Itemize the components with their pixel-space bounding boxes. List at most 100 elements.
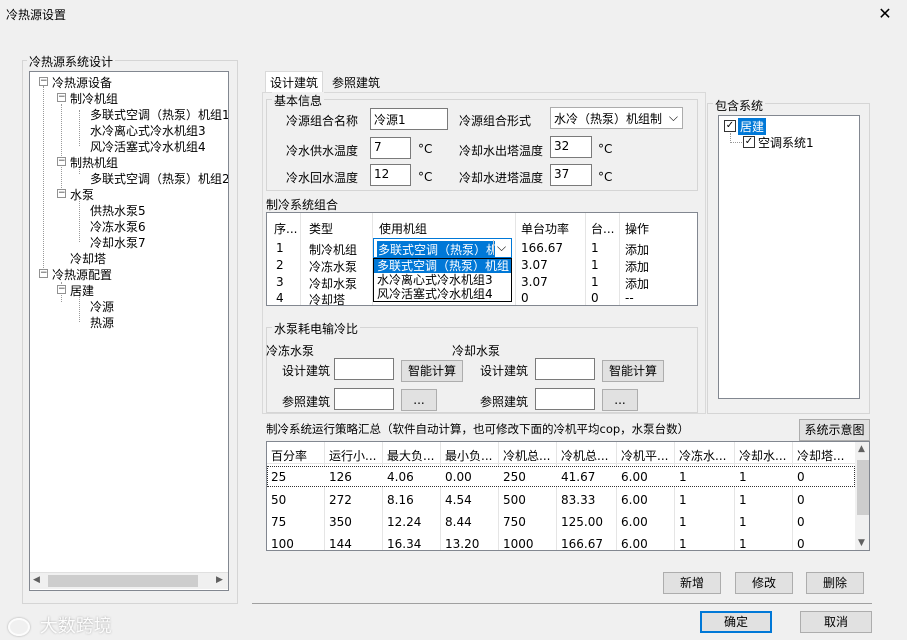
tree-building[interactable]: 居建 xyxy=(70,282,94,299)
table-cell[interactable]: 0 xyxy=(793,515,805,529)
table-cell[interactable]: 0 xyxy=(793,537,805,550)
delete-button[interactable]: 删除 xyxy=(806,572,864,594)
table-cell[interactable]: 272 xyxy=(325,493,352,507)
table-cell[interactable]: 13.20 xyxy=(441,537,479,550)
table-cell[interactable]: 4.54 xyxy=(441,493,472,507)
table-cell[interactable]: 6.00 xyxy=(617,493,648,507)
table-cell[interactable]: 144 xyxy=(325,537,352,550)
dropdown-option[interactable]: 多联式空调（热泵）机组 xyxy=(374,259,511,273)
tree-pump-group[interactable]: 水泵 xyxy=(70,186,94,203)
unit-dropdown-list[interactable]: 多联式空调（热泵）机组 水冷离心式冷水机组3 风冷活塞式冷水机组4 xyxy=(373,258,512,302)
checkbox-checked-icon[interactable]: ✓ xyxy=(743,136,755,148)
tree-tower[interactable]: 冷却塔 xyxy=(70,250,106,267)
table-cell[interactable]: 500 xyxy=(499,493,526,507)
table-cell[interactable]: 1 xyxy=(675,537,687,550)
table-cell[interactable]: 0 xyxy=(793,470,805,484)
tab-reference-building[interactable]: 参照建筑 xyxy=(328,72,384,92)
add-link[interactable]: 添加 xyxy=(621,275,649,292)
source-form-select[interactable]: 水冷（热泵）机组制 ⌵ xyxy=(550,107,683,129)
tree-cooling-item[interactable]: 水冷离心式冷水机组3 xyxy=(90,122,206,139)
tree-root[interactable]: 冷热源设备 xyxy=(52,74,112,91)
table-cell[interactable]: 126 xyxy=(325,470,352,484)
table-cell[interactable]: 6.00 xyxy=(617,470,648,484)
tree-cooling-item[interactable]: 风冷活塞式冷水机组4 xyxy=(90,138,206,155)
dropdown-option[interactable]: 风冷活塞式冷水机组4 xyxy=(374,287,511,301)
cooling-browse-button[interactable]: ... xyxy=(602,389,638,411)
include-system-tree[interactable]: ✓ 居建 ✓ 空调系统1 xyxy=(718,115,860,399)
unit-combo-box[interactable]: 多联式空调（热泵）机 ⌵ xyxy=(373,238,512,258)
table-cell[interactable]: 83.33 xyxy=(557,493,595,507)
tree-building-item[interactable]: 热源 xyxy=(90,314,114,331)
table-cell[interactable]: 50 xyxy=(267,493,286,507)
table-cell[interactable]: 25 xyxy=(267,470,286,484)
tree-config-root[interactable]: 冷热源配置 xyxy=(52,266,112,283)
table-cell[interactable]: 4.06 xyxy=(383,470,414,484)
expander-minus-icon[interactable]: − xyxy=(57,189,66,198)
table-cell[interactable]: 12.24 xyxy=(383,515,421,529)
tree-horizontal-scrollbar[interactable]: ◀ ▶ xyxy=(30,572,228,589)
table-cell[interactable]: 75 xyxy=(267,515,286,529)
source-name-input[interactable]: 冷源1 xyxy=(370,108,448,130)
chilled-supply-input[interactable]: 7 xyxy=(370,137,411,159)
table-cell[interactable]: 0 xyxy=(793,493,805,507)
table-cell[interactable]: 8.16 xyxy=(383,493,414,507)
table-cell[interactable]: 1 xyxy=(675,493,687,507)
chilled-reference-input[interactable] xyxy=(334,388,394,410)
expander-minus-icon[interactable]: − xyxy=(39,77,48,86)
scroll-right-icon[interactable]: ▶ xyxy=(216,575,223,585)
close-icon[interactable]: ✕ xyxy=(873,2,897,26)
add-link[interactable]: 添加 xyxy=(621,241,649,258)
tree-cooling-item[interactable]: 多联式空调（热泵）机组1 xyxy=(90,106,228,123)
table-cell[interactable]: 1 xyxy=(735,470,747,484)
checkbox-checked-icon[interactable]: ✓ xyxy=(724,120,736,132)
tree-pump-item[interactable]: 冷冻水泵6 xyxy=(90,218,146,235)
table-cell[interactable]: 16.34 xyxy=(383,537,421,550)
tree-pump-item[interactable]: 冷却水泵7 xyxy=(90,234,146,251)
scroll-thumb[interactable] xyxy=(857,460,869,515)
expander-minus-icon[interactable]: − xyxy=(57,93,66,102)
table-cell[interactable]: 750 xyxy=(499,515,526,529)
scroll-down-icon[interactable]: ▼ xyxy=(858,538,865,548)
table-cell[interactable]: 1 xyxy=(675,470,687,484)
tree-cooling-group[interactable]: 制冷机组 xyxy=(70,90,118,107)
cancel-button[interactable]: 取消 xyxy=(800,611,872,633)
table-cell[interactable]: 125.00 xyxy=(557,515,603,529)
modify-button[interactable]: 修改 xyxy=(735,572,793,594)
tree-heating-item[interactable]: 多联式空调（热泵）机组2 xyxy=(90,170,228,187)
expander-minus-icon[interactable]: − xyxy=(57,285,66,294)
cooling-in-input[interactable]: 37 xyxy=(550,164,592,186)
table-cell[interactable]: 6.00 xyxy=(617,537,648,550)
table-cell[interactable]: 1 xyxy=(675,515,687,529)
include-system-item[interactable]: 空调系统1 xyxy=(758,134,814,151)
table-cell[interactable]: 1 xyxy=(735,515,747,529)
dropdown-option[interactable]: 水冷离心式冷水机组3 xyxy=(374,273,511,287)
cooling-out-input[interactable]: 32 xyxy=(550,136,592,158)
ok-button[interactable]: 确定 xyxy=(700,611,772,633)
scroll-up-icon[interactable]: ▲ xyxy=(858,444,865,454)
scroll-left-icon[interactable]: ◀ xyxy=(33,575,40,585)
strategy-grid[interactable]: 百分率 运行小... 最大负... 最小负... 冷机总... 冷机总... 冷… xyxy=(266,441,870,551)
tree-heating-group[interactable]: 制热机组 xyxy=(70,154,118,171)
equipment-tree[interactable]: − 冷热源设备 − 制冷机组 多联式空调（热泵）机组1 水冷离心式冷水机组3 风… xyxy=(29,71,229,591)
chilled-smart-calc-button[interactable]: 智能计算 xyxy=(401,360,463,382)
cooling-reference-input[interactable] xyxy=(535,388,595,410)
table-cell[interactable]: 0.00 xyxy=(441,470,472,484)
table-cell[interactable]: 1 xyxy=(735,537,747,550)
chilled-design-input[interactable] xyxy=(334,358,394,380)
table-cell[interactable]: 8.44 xyxy=(441,515,472,529)
tree-building-item[interactable]: 冷源 xyxy=(90,298,114,315)
table-cell[interactable]: 250 xyxy=(499,470,526,484)
table-cell[interactable]: 166.67 xyxy=(557,537,603,550)
chilled-browse-button[interactable]: ... xyxy=(401,389,437,411)
tab-design-building[interactable]: 设计建筑 xyxy=(265,71,324,93)
table-cell[interactable]: 1 xyxy=(735,493,747,507)
table-cell[interactable]: 1000 xyxy=(499,537,534,550)
chevron-down-icon[interactable]: ⌵ xyxy=(493,240,509,255)
system-diagram-button[interactable]: 系统示意图 xyxy=(799,419,870,441)
table-cell[interactable]: 350 xyxy=(325,515,352,529)
tree-pump-item[interactable]: 供热水泵5 xyxy=(90,202,146,219)
table-cell[interactable]: 41.67 xyxy=(557,470,595,484)
add-link[interactable]: 添加 xyxy=(621,258,649,275)
scroll-thumb[interactable] xyxy=(48,575,198,587)
include-building[interactable]: 居建 xyxy=(738,118,767,135)
